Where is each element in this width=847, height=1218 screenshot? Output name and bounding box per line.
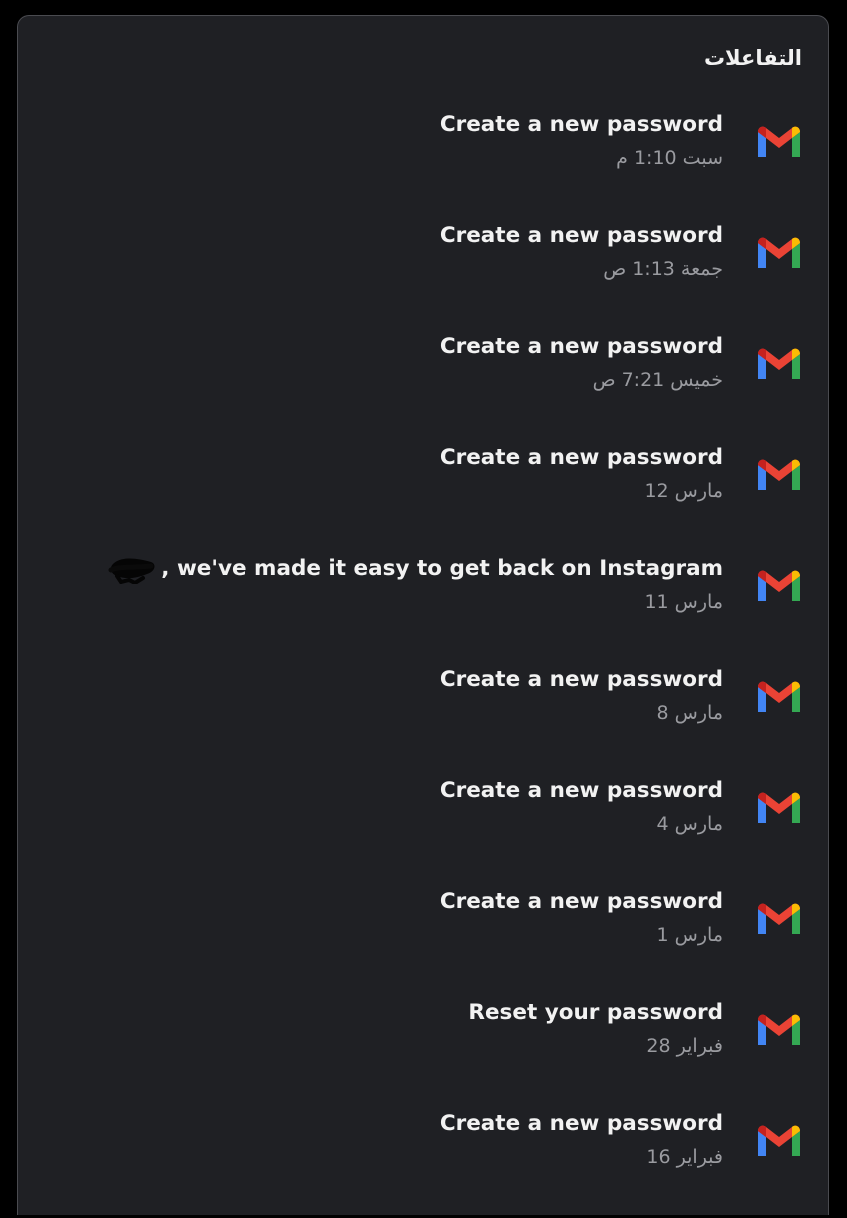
item-subject: Create a new password [439,889,723,914]
gmail-icon [755,457,803,493]
gmail-icon [755,235,803,271]
gmail-icon [755,346,803,382]
list-item[interactable]: , we've made it easy to get back on Inst… [18,552,828,663]
gmail-icon [755,790,803,826]
list-item[interactable]: Create a new password جمعة 1:13 ص [18,219,828,330]
item-date: فبراير 28 [646,1035,723,1057]
item-date: مارس 12 [644,480,723,502]
interactions-panel: التفاعلات Create a new password سبت 1:10… [17,15,829,1215]
gmail-icon [755,901,803,937]
item-subject: Create a new password [439,445,723,470]
item-date: جمعة 1:13 ص [603,258,723,280]
item-subject: , we've made it easy to get back on Inst… [161,556,723,581]
list-item[interactable]: Reset your password فبراير 28 [18,996,828,1107]
item-subject: Create a new password [439,1111,723,1136]
list-item[interactable]: Create a new password مارس 8 [18,663,828,774]
item-date: مارس 11 [644,591,723,613]
list-item[interactable]: Create a new password مارس 4 [18,774,828,885]
item-date: مارس 1 [656,924,723,946]
gmail-icon [755,124,803,160]
item-subject: Create a new password [439,223,723,248]
email-list: Create a new password سبت 1:10 م Create … [18,108,828,1218]
item-subject: Create a new password [439,112,723,137]
item-date: مارس 8 [656,702,723,724]
gmail-icon [755,1123,803,1159]
list-item[interactable]: Create a new password سبت 1:10 م [18,108,828,219]
redaction-scribble [107,554,159,586]
gmail-icon [755,679,803,715]
item-date: مارس 4 [656,813,723,835]
list-item[interactable]: Create a new password مارس 1 [18,885,828,996]
list-item[interactable]: Create a new password فبراير 16 [18,1107,828,1218]
gmail-icon [755,1012,803,1048]
list-item[interactable]: Create a new password خميس 7:21 ص [18,330,828,441]
item-subject: Create a new password [439,667,723,692]
gmail-icon [755,568,803,604]
item-date: سبت 1:10 م [616,147,723,169]
item-subject: Reset your password [468,1000,723,1025]
item-date: فبراير 16 [646,1146,723,1168]
panel-title: التفاعلات [703,46,802,70]
item-date: خميس 7:21 ص [592,369,723,391]
item-subject-row: , we've made it easy to get back on Inst… [107,554,723,586]
item-subject: Create a new password [439,778,723,803]
item-subject: Create a new password [439,334,723,359]
list-item[interactable]: Create a new password مارس 12 [18,441,828,552]
